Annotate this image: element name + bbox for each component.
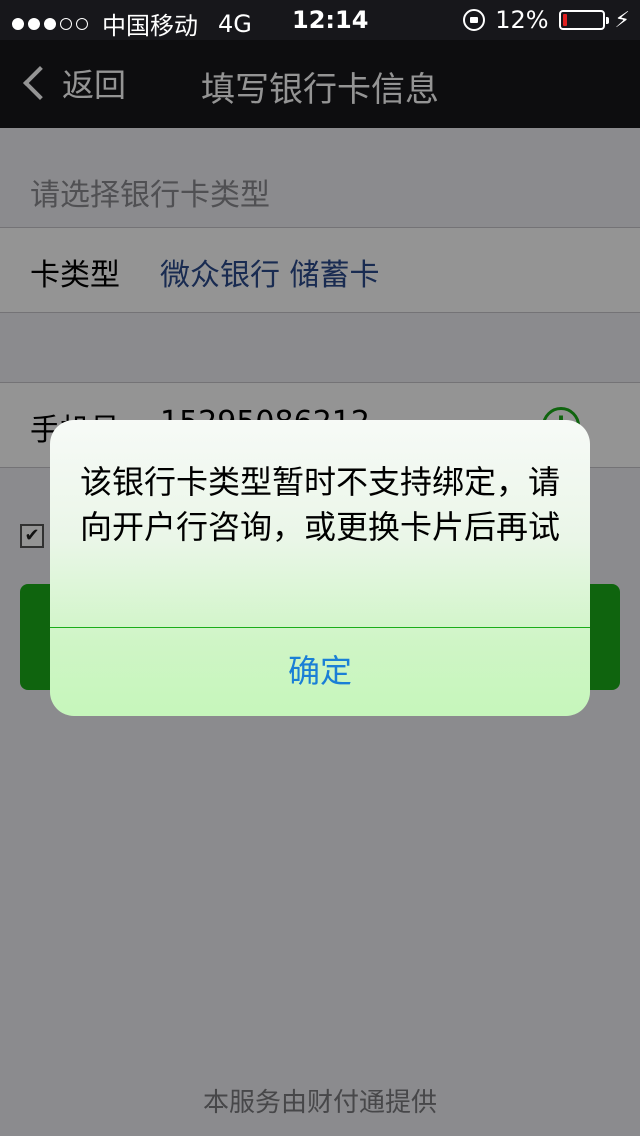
status-right: 12% ⚡	[463, 6, 630, 34]
alert-message: 该银行卡类型暂时不支持绑定，请向开户行咨询，或更换卡片后再试	[80, 463, 561, 546]
alert-dialog: 该银行卡类型暂时不支持绑定，请向开户行咨询，或更换卡片后再试 确定	[50, 420, 590, 716]
signal-strength-icon	[12, 17, 88, 30]
battery-icon	[558, 10, 609, 30]
status-left: 中国移动 4G	[12, 6, 252, 41]
signal-dot	[76, 17, 88, 30]
status-time: 12:14	[292, 6, 369, 34]
orientation-lock-icon	[463, 9, 486, 31]
battery-percent: 12%	[495, 6, 549, 34]
battery-level-fill	[562, 14, 568, 26]
signal-dot	[44, 17, 56, 30]
network-type: 4G	[218, 9, 252, 38]
confirm-button[interactable]: 确定	[50, 628, 590, 716]
carrier-name: 中国移动	[102, 12, 198, 40]
signal-dot	[28, 17, 40, 30]
charging-bolt-icon: ⚡	[614, 7, 630, 33]
signal-dot	[60, 17, 72, 30]
status-bar: 中国移动 4G 12:14 12% ⚡	[0, 0, 640, 40]
signal-dot	[12, 17, 24, 30]
